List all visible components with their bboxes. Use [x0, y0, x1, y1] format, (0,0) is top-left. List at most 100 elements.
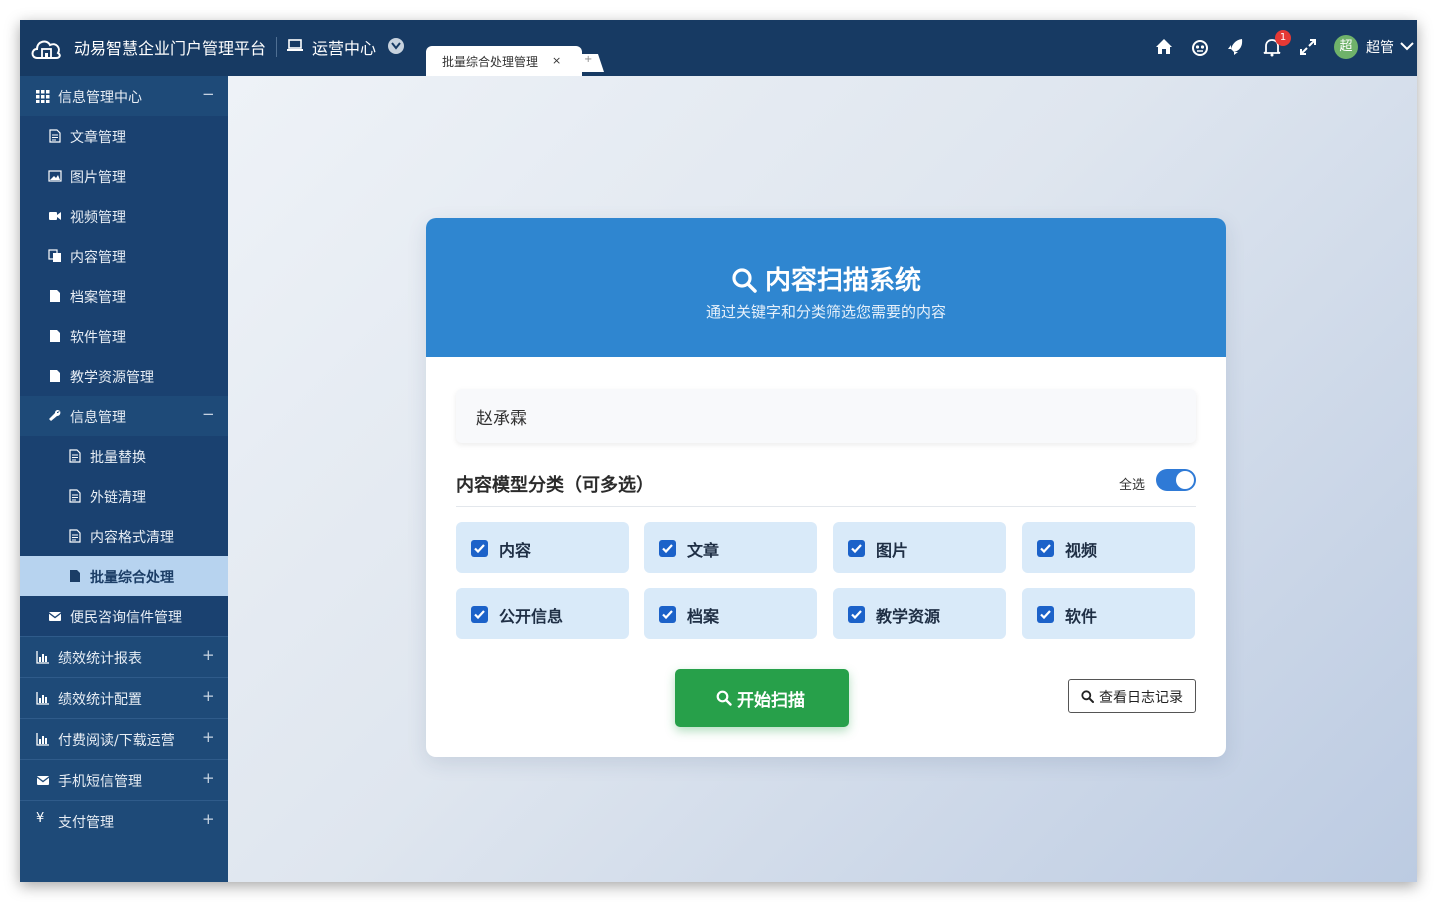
sidebar-item-label: 便民咨询信件管理	[70, 610, 182, 626]
document-icon	[69, 489, 81, 503]
tab-close-icon[interactable]: ×	[552, 54, 561, 67]
avatar[interactable]: 超	[1334, 35, 1358, 59]
category-section-title: 内容模型分类（可多选）	[456, 475, 654, 496]
sidebar-item-label: 信息管理	[70, 410, 126, 426]
category-option-teaching-resource[interactable]: 教学资源	[833, 588, 1006, 639]
option-label: 公开信息	[499, 607, 564, 626]
sidebar-item-label: 视频管理	[70, 210, 126, 226]
sidebar-item-label: 软件管理	[70, 330, 126, 346]
tab-batch-process[interactable]: 批量综合处理管理 ×	[426, 46, 582, 76]
document-icon	[69, 449, 81, 463]
user-name[interactable]: 超管	[1366, 37, 1394, 57]
option-label: 图片	[876, 541, 909, 560]
search-icon	[732, 268, 757, 293]
sidebar-item-content[interactable]: 内容管理	[20, 236, 228, 276]
sidebar-item-label: 手机短信管理	[58, 774, 142, 790]
document-icon	[69, 529, 81, 543]
expand-icon[interactable]: +	[202, 769, 215, 787]
expand-icon[interactable]: +	[202, 687, 215, 705]
sidebar-item-label: 批量替换	[90, 450, 146, 466]
sidebar-item-label: 档案管理	[70, 290, 126, 306]
checkbox-checked-icon[interactable]	[848, 606, 865, 623]
sidebar-item-info-manage[interactable]: 信息管理 −	[20, 396, 228, 436]
start-scan-label: 开始扫描	[737, 691, 805, 711]
top-bar: 动易智慧企业门户管理平台 运营中心 批量综合处理管理 × + 1 超 超管	[20, 20, 1417, 76]
document-icon	[49, 129, 61, 143]
toggle-knob	[1176, 471, 1194, 489]
category-option-software[interactable]: 软件	[1022, 588, 1195, 639]
app-window: 动易智慧企业门户管理平台 运营中心 批量综合处理管理 × + 1 超 超管 信息…	[20, 20, 1417, 882]
ops-center-dropdown-icon[interactable]	[388, 38, 404, 54]
checkbox-checked-icon[interactable]	[1037, 540, 1054, 557]
option-label: 视频	[1065, 541, 1098, 560]
select-all-toggle[interactable]	[1156, 469, 1196, 491]
sidebar-item-payment[interactable]: ¥ 支付管理 +	[20, 801, 228, 841]
file-icon	[70, 570, 80, 582]
ops-center-label[interactable]: 运营中心	[312, 35, 376, 59]
category-option-content[interactable]: 内容	[456, 522, 629, 573]
scanner-header: 内容扫描系统 通过关键字和分类筛选您需要的内容	[426, 218, 1226, 357]
checkbox-checked-icon[interactable]	[659, 540, 676, 557]
robot-icon[interactable]	[1189, 36, 1211, 58]
sidebar-item-software[interactable]: 软件管理	[20, 316, 228, 356]
rocket-icon[interactable]	[1225, 36, 1247, 58]
sidebar-item-label: 外链清理	[90, 490, 146, 506]
fullscreen-icon[interactable]	[1297, 36, 1319, 58]
checkbox-checked-icon[interactable]	[471, 606, 488, 623]
sidebar-item-batch-replace[interactable]: 批量替换	[20, 436, 228, 476]
sidebar-item-image[interactable]: 图片管理	[20, 156, 228, 196]
scanner-title-text: 内容扫描系统	[764, 266, 921, 296]
start-scan-button[interactable]: 开始扫描	[675, 669, 849, 727]
chevron-down-icon[interactable]	[1400, 41, 1414, 51]
sidebar-item-perf-report[interactable]: 绩效统计报表 +	[20, 637, 228, 678]
sidebar-item-label: 教学资源管理	[70, 370, 154, 386]
category-option-video[interactable]: 视频	[1022, 522, 1195, 573]
category-option-public-info[interactable]: 公开信息	[456, 588, 629, 639]
sidebar-item-sms[interactable]: 手机短信管理 +	[20, 760, 228, 801]
category-option-image[interactable]: 图片	[833, 522, 1006, 573]
collapse-icon[interactable]: −	[202, 405, 215, 423]
bar-chart-icon	[36, 651, 49, 664]
laptop-icon	[287, 39, 303, 51]
sidebar-item-label: 信息管理中心	[58, 90, 142, 106]
sidebar-item-video[interactable]: 视频管理	[20, 196, 228, 236]
expand-icon[interactable]: +	[202, 810, 215, 828]
add-tab-button[interactable]: +	[568, 54, 604, 72]
checkbox-checked-icon[interactable]	[659, 606, 676, 623]
option-label: 文章	[687, 541, 720, 560]
checkbox-checked-icon[interactable]	[848, 540, 865, 557]
view-log-label: 查看日志记录	[1099, 690, 1183, 706]
scanner-card: 内容扫描系统 通过关键字和分类筛选您需要的内容 内容模型分类（可多选） 全选 内…	[426, 218, 1226, 757]
category-option-archive[interactable]: 档案	[644, 588, 817, 639]
image-icon	[48, 170, 62, 182]
file-icon	[50, 290, 60, 302]
view-log-button[interactable]: 查看日志记录	[1068, 679, 1196, 713]
option-label: 软件	[1065, 607, 1098, 626]
sidebar-item-perf-config[interactable]: 绩效统计配置 +	[20, 678, 228, 719]
keyword-input[interactable]	[456, 389, 1196, 443]
file-icon	[50, 370, 60, 382]
video-camera-icon	[49, 212, 61, 220]
sidebar-item-label: 内容管理	[70, 250, 126, 266]
yen-icon: ¥	[36, 811, 45, 826]
sidebar-item-info-center[interactable]: 信息管理中心 −	[20, 76, 228, 116]
sidebar-item-label: 绩效统计配置	[58, 692, 142, 708]
collapse-icon[interactable]: −	[202, 85, 215, 103]
sidebar-item-consult-letters[interactable]: 便民咨询信件管理	[20, 596, 228, 637]
sidebar-item-paid-reading[interactable]: 付费阅读/下载运营 +	[20, 719, 228, 760]
expand-icon[interactable]: +	[202, 728, 215, 746]
sidebar-item-article[interactable]: 文章管理	[20, 116, 228, 156]
bar-chart-icon	[36, 733, 49, 746]
sidebar-item-format-cleanup[interactable]: 内容格式清理	[20, 516, 228, 556]
sidebar-item-link-cleanup[interactable]: 外链清理	[20, 476, 228, 516]
checkbox-checked-icon[interactable]	[1037, 606, 1054, 623]
select-all-label: 全选	[1119, 478, 1146, 493]
expand-icon[interactable]: +	[202, 646, 215, 664]
home-icon[interactable]	[1153, 36, 1175, 58]
sidebar-item-label: 文章管理	[70, 130, 126, 146]
category-option-article[interactable]: 文章	[644, 522, 817, 573]
sidebar-item-archive[interactable]: 档案管理	[20, 276, 228, 316]
checkbox-checked-icon[interactable]	[471, 540, 488, 557]
sidebar-item-teaching-resource[interactable]: 教学资源管理	[20, 356, 228, 396]
sidebar-item-batch-process[interactable]: 批量综合处理	[20, 556, 228, 596]
